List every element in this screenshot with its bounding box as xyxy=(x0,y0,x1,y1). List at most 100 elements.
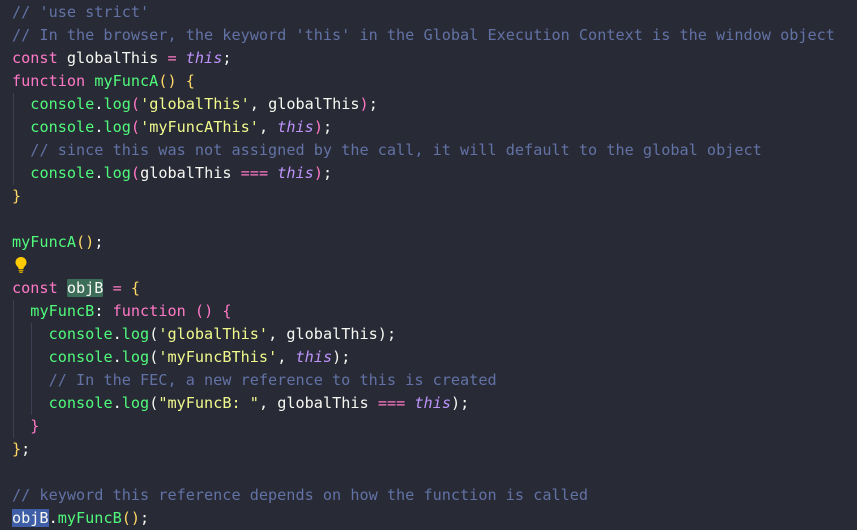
code-token: console xyxy=(30,164,95,182)
code-token: "myFuncB: " xyxy=(158,394,259,412)
indent-guide xyxy=(13,300,14,438)
code-token: function xyxy=(112,302,186,320)
code-token: console xyxy=(48,394,113,412)
code-token: myFuncA xyxy=(94,72,159,90)
lightbulb-icon[interactable] xyxy=(14,256,28,274)
code-line[interactable]: myFuncB: function () { xyxy=(12,300,857,323)
code-token: } xyxy=(30,417,40,435)
code-token: objB xyxy=(66,279,104,297)
code-token: ; xyxy=(21,440,31,458)
code-token: . xyxy=(112,348,122,366)
code-token: , xyxy=(258,118,278,136)
code-line[interactable]: const globalThis = this; xyxy=(12,47,857,70)
code-token: 'globalThis' xyxy=(158,325,269,343)
code-line[interactable]: } xyxy=(12,185,857,208)
code-token: ; xyxy=(322,164,333,182)
code-line[interactable] xyxy=(12,254,857,277)
code-token: myFuncB xyxy=(30,302,95,320)
code-token: { xyxy=(185,72,195,90)
code-token: const xyxy=(12,49,58,67)
code-line[interactable]: console.log(globalThis === this); xyxy=(12,162,857,185)
code-token: log xyxy=(121,325,150,343)
code-token: log xyxy=(103,164,131,182)
code-line[interactable]: }; xyxy=(12,438,857,461)
code-token: console xyxy=(48,325,113,343)
code-line[interactable]: // In the browser, the keyword 'this' in… xyxy=(12,24,857,47)
code-token: ; xyxy=(94,233,104,251)
code-token: // 'use strict' xyxy=(12,3,150,21)
code-token: ; xyxy=(140,509,150,527)
code-token: ( xyxy=(130,118,141,136)
code-line[interactable]: console.log('globalThis', globalThis); xyxy=(12,323,857,346)
code-token: = xyxy=(112,279,122,297)
code-token: . xyxy=(112,325,122,343)
code-line[interactable]: console.log("myFuncB: ", globalThis === … xyxy=(12,392,857,415)
code-line[interactable]: // since this was not assigned by the ca… xyxy=(12,139,857,162)
code-token: , xyxy=(277,348,296,366)
code-token: log xyxy=(103,118,131,136)
code-token: myFuncA xyxy=(12,233,77,251)
code-token: ; xyxy=(322,118,333,136)
code-token: ) xyxy=(359,95,369,113)
code-token: function xyxy=(12,72,86,90)
code-token: === xyxy=(240,164,269,182)
code-token: === xyxy=(377,394,406,412)
code-line[interactable]: function myFuncA() { xyxy=(12,70,857,93)
code-token: () xyxy=(121,509,141,527)
code-token: ; xyxy=(368,95,378,113)
indent-guide xyxy=(31,323,32,415)
code-token: ) xyxy=(313,164,323,182)
code-token: . xyxy=(48,509,58,527)
code-token: ); xyxy=(450,394,470,412)
code-line[interactable]: } xyxy=(12,415,857,438)
code-token: this xyxy=(185,49,223,67)
code-token: () xyxy=(76,233,95,251)
code-line[interactable]: console.log('globalThis', globalThis); xyxy=(12,93,857,116)
code-line[interactable]: // 'use strict' xyxy=(12,1,857,24)
code-token: () xyxy=(158,72,177,90)
code-token: , globalThis xyxy=(258,394,378,412)
code-line[interactable] xyxy=(12,208,857,231)
code-token: log xyxy=(103,95,131,113)
code-line[interactable] xyxy=(12,461,857,484)
code-token: this xyxy=(277,164,314,182)
code-line[interactable]: console.log('myFuncBThis', this); xyxy=(12,346,857,369)
code-line[interactable]: objB.myFuncB(); xyxy=(12,507,857,530)
code-token: console xyxy=(30,118,95,136)
code-token: } xyxy=(12,440,22,458)
code-token: ( xyxy=(149,348,159,366)
code-token: log xyxy=(121,348,150,366)
code-line[interactable]: // keyword this reference depends on how… xyxy=(12,484,857,507)
code-token: this xyxy=(277,118,314,136)
code-token: myFuncB xyxy=(57,509,122,527)
indent-guide xyxy=(13,93,14,185)
code-token: log xyxy=(121,394,150,412)
code-token: this xyxy=(414,394,451,412)
code-token: // In the browser, the keyword 'this' in… xyxy=(12,26,835,44)
code-line[interactable]: const objB = { xyxy=(12,277,857,300)
code-token: 'myFuncBThis' xyxy=(158,348,278,366)
code-line[interactable]: myFuncA(); xyxy=(12,231,857,254)
code-token: // keyword this reference depends on how… xyxy=(12,486,589,504)
code-token: { xyxy=(130,279,141,297)
code-editor[interactable]: // 'use strict' // In the browser, the ke… xyxy=(0,0,857,530)
code-token: 'globalThis' xyxy=(140,95,250,113)
code-token: 'myFuncAThis' xyxy=(140,118,259,136)
code-token: globalThis xyxy=(57,49,168,67)
code-token: : xyxy=(94,302,113,320)
code-line[interactable]: console.log('myFuncAThis', this); xyxy=(12,116,857,139)
code-token: , globalThis); xyxy=(268,325,397,343)
code-token: () xyxy=(194,302,214,320)
code-line[interactable]: // In the FEC, a new reference to this i… xyxy=(12,369,857,392)
